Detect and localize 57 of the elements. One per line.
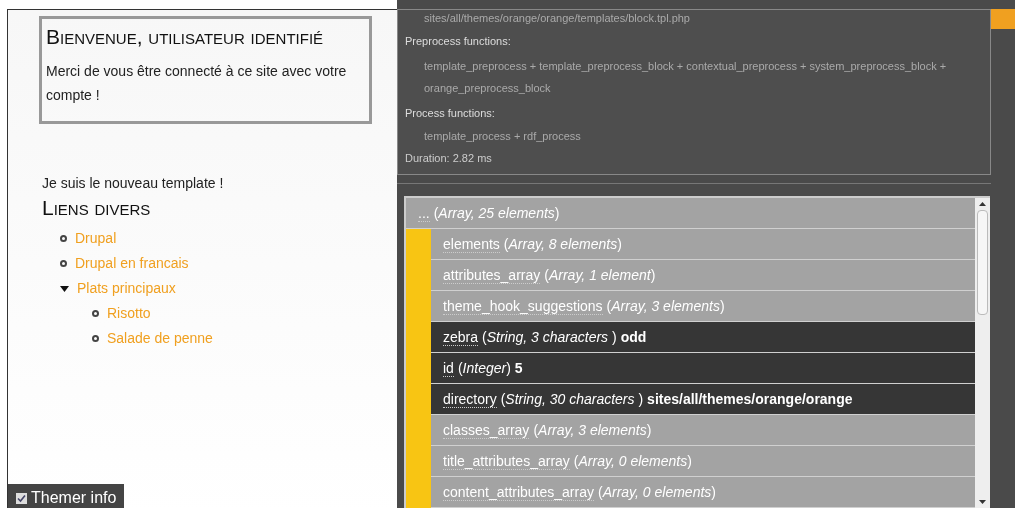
welcome-message: Merci de vous être connecté à ce site avec votre compte ! — [46, 62, 348, 105]
section-label: Process functions: — [405, 106, 496, 121]
variable-row[interactable]: classes_array (Array, 3 elements) — [431, 415, 975, 446]
variable-type: (Array, 3 elements) — [606, 296, 725, 316]
variable-value: sites/all/themes/orange/orange — [647, 389, 853, 409]
variable-key: zebra — [443, 328, 479, 346]
function-list: template_preprocess + template_preprocess_block + contextual_preprocess + system_preprocess_block + orange_preprocess_block — [405, 55, 983, 99]
variable-type: (Array, 0 elements) — [598, 482, 716, 502]
function-list: template_process + rdf_process — [405, 127, 983, 144]
variable-row[interactable]: attributes_array (Array, 1 element) — [431, 260, 975, 291]
variable-type: (Array, 1 element) — [544, 265, 656, 285]
scrollbar-thumb[interactable] — [977, 210, 988, 315]
triangle-down-icon[interactable] — [60, 285, 69, 292]
variable-key: elements — [443, 235, 500, 253]
variable-row[interactable]: theme_hook_suggestions (Array, 3 elements) — [431, 291, 975, 322]
variable-row[interactable]: elements (Array, 8 elements) — [431, 229, 975, 260]
variable-row[interactable]: id (Integer) 5 — [431, 353, 975, 384]
variable-key: attributes_array — [443, 266, 541, 284]
variable-key: id — [443, 359, 454, 377]
header-accent — [991, 9, 1015, 29]
variable-key: classes_array — [443, 421, 530, 439]
scrollbar[interactable] — [975, 198, 990, 508]
menu-link[interactable]: Salade de penne — [107, 328, 213, 349]
variable-type: (String, 30 characters ) — [500, 389, 644, 409]
variable-type: (Array, 0 elements) — [573, 451, 692, 471]
variable-row[interactable]: ... (Array, 25 elements) — [406, 198, 975, 229]
variable-type: (Array, 25 elements) — [433, 203, 560, 223]
variable-type: (Integer) — [457, 358, 511, 378]
template-file: sites/all/themes/orange/orange/templates/block.tpl.php — [423, 11, 691, 26]
variable-key: theme_hook_suggestions — [443, 297, 603, 315]
variable-key: ... — [418, 204, 430, 222]
variable-type: (Array, 8 elements) — [503, 234, 622, 254]
variable-row[interactable]: zebra (String, 3 characters ) odd — [431, 322, 975, 353]
checkbox[interactable] — [16, 492, 27, 504]
variable-type: (Array, 3 elements) — [533, 420, 652, 440]
scroll-up-icon[interactable] — [979, 202, 986, 206]
block-title: Bienvenue, utilisateur identifié — [46, 24, 325, 50]
themer-toggle[interactable]: Themer info — [8, 484, 125, 508]
template-note: Je suis le nouveau template ! — [42, 174, 225, 193]
menu-link[interactable]: Drupal — [75, 228, 117, 249]
variable-value: 5 — [514, 358, 523, 378]
duration: Duration: 2.82 ms — [405, 151, 493, 166]
variable-row[interactable]: content_attributes_array (Array, 0 elements) — [431, 477, 975, 508]
block-title: Liens divers — [42, 195, 152, 221]
menu-link[interactable]: Plats principaux — [77, 278, 176, 299]
toggle-label: Themer info — [31, 488, 117, 508]
section-label: Preprocess functions: — [405, 33, 512, 49]
variable-row[interactable]: directory (String, 30 characters ) sites/all/themes/orange/orange — [431, 384, 975, 415]
scroll-down-icon[interactable] — [979, 500, 986, 504]
variable-key: title_attributes_array — [443, 452, 570, 470]
menu-link[interactable]: Drupal en francais — [75, 253, 189, 274]
variable-type: (String, 3 characters ) — [482, 327, 617, 347]
variable-key: content_attributes_array — [443, 483, 594, 501]
menu-link[interactable]: Risotto — [107, 303, 151, 324]
variable-row[interactable]: title_attributes_array (Array, 0 elements) — [431, 446, 975, 477]
variable-key: directory — [443, 390, 497, 408]
variable-value: odd — [620, 327, 647, 347]
